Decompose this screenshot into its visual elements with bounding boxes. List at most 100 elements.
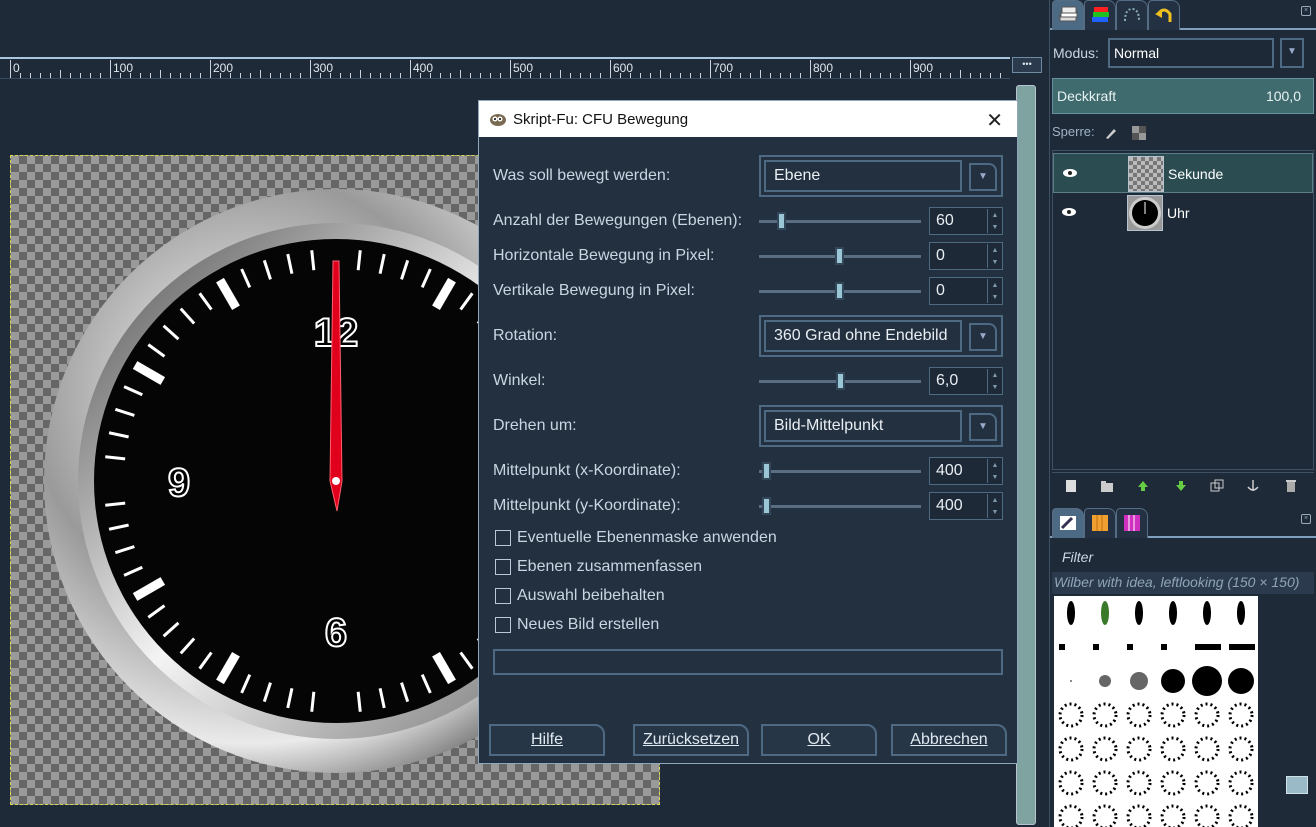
layer-row[interactable]: Sekunde: [1053, 153, 1313, 193]
ok-button[interactable]: OK: [761, 724, 877, 756]
tab-layers[interactable]: [1052, 0, 1084, 30]
slider-knob[interactable]: [836, 372, 845, 390]
checkbox-new-image[interactable]: Neues Bild erstellen: [495, 616, 659, 634]
horiz-value[interactable]: 0: [932, 244, 988, 268]
cy-slider[interactable]: [759, 496, 921, 516]
slider-knob[interactable]: [762, 462, 771, 480]
lock-pixels-icon[interactable]: [1104, 126, 1118, 140]
checkbox[interactable]: [495, 588, 511, 604]
checkbox[interactable]: [495, 617, 511, 633]
rotation-value: 360 Grad ohne Endebild: [764, 320, 962, 352]
spin-down-icon[interactable]: ▼: [990, 292, 1000, 303]
count-spinbox[interactable]: 60 ▲ ▼: [929, 207, 1003, 235]
new-layer-icon[interactable]: [1064, 479, 1078, 493]
tab-brushes[interactable]: [1052, 508, 1084, 538]
brush-scrollbar[interactable]: [1282, 596, 1312, 827]
checkbox-apply-mask[interactable]: Eventuelle Ebenenmaske anwenden: [495, 529, 777, 547]
spin-up-icon[interactable]: ▲: [990, 245, 1000, 256]
layer-name[interactable]: Uhr: [1167, 205, 1190, 221]
layer-name[interactable]: Sekunde: [1168, 166, 1223, 182]
spin-up-icon[interactable]: ▲: [990, 495, 1000, 506]
filter-label[interactable]: Filter: [1062, 549, 1093, 565]
pivot-combo[interactable]: Bild-Mittelpunkt ▼: [759, 405, 1003, 447]
reset-button[interactable]: Zurücksetzen: [633, 724, 749, 756]
angle-slider[interactable]: [759, 371, 921, 391]
tab-undo[interactable]: [1148, 0, 1180, 30]
cx-spinbox[interactable]: 400 ▲ ▼: [929, 457, 1003, 485]
chevron-down-icon[interactable]: ▼: [1280, 38, 1304, 68]
horiz-spinbox[interactable]: 0 ▲ ▼: [929, 242, 1003, 270]
spin-down-icon[interactable]: ▼: [990, 507, 1000, 518]
chevron-down-icon[interactable]: ▼: [969, 323, 997, 351]
spin-up-icon[interactable]: ▲: [990, 370, 1000, 381]
cy-value[interactable]: 400: [932, 494, 988, 518]
cy-spinbox[interactable]: 400 ▲ ▼: [929, 492, 1003, 520]
checkbox[interactable]: [495, 530, 511, 546]
duplicate-layer-icon[interactable]: [1210, 479, 1224, 493]
raise-layer-icon[interactable]: [1136, 479, 1150, 493]
tab-channels[interactable]: [1084, 0, 1116, 30]
lower-layer-icon[interactable]: [1174, 479, 1188, 493]
slider-knob[interactable]: [762, 497, 771, 515]
chevron-down-icon[interactable]: ▼: [969, 413, 997, 441]
count-value[interactable]: 60: [932, 209, 988, 233]
angle-label: Winkel:: [493, 372, 546, 389]
spin-up-icon[interactable]: ▲: [990, 280, 1000, 291]
scrollbar-thumb[interactable]: [1286, 776, 1308, 794]
rotation-combo[interactable]: 360 Grad ohne Endebild ▼: [759, 315, 1003, 357]
chevron-down-icon[interactable]: ▼: [969, 163, 997, 191]
what-combo[interactable]: Ebene ▼: [759, 155, 1003, 197]
tab-gradients[interactable]: [1116, 508, 1148, 538]
opacity-slider[interactable]: Deckkraft 100,0: [1052, 78, 1314, 114]
vert-value[interactable]: 0: [932, 279, 988, 303]
mode-combo[interactable]: Normal: [1108, 38, 1274, 68]
tab-patterns[interactable]: [1084, 508, 1116, 538]
delete-layer-icon[interactable]: [1284, 479, 1298, 493]
spin-down-icon[interactable]: ▼: [990, 257, 1000, 268]
eye-icon[interactable]: [1061, 207, 1077, 217]
layer-row[interactable]: Uhr: [1053, 193, 1313, 233]
checkbox[interactable]: [495, 559, 511, 575]
cx-value[interactable]: 400: [932, 459, 988, 483]
new-group-icon[interactable]: [1100, 479, 1114, 493]
spin-down-icon[interactable]: ▼: [990, 472, 1000, 483]
angle-spinbox[interactable]: 6,0 ▲ ▼: [929, 367, 1003, 395]
spin-up-icon[interactable]: ▲: [990, 210, 1000, 221]
lock-alpha-icon[interactable]: [1131, 125, 1146, 140]
checkbox-merge-layers[interactable]: Ebenen zusammenfassen: [495, 558, 702, 576]
brush-grid[interactable]: [1054, 596, 1258, 827]
spin-down-icon[interactable]: ▼: [990, 382, 1000, 393]
ruler-tick: [620, 73, 621, 78]
cancel-button[interactable]: Abbrechen: [891, 724, 1007, 756]
horiz-slider[interactable]: [759, 246, 921, 266]
help-button[interactable]: Hilfe: [489, 724, 605, 756]
slider-knob[interactable]: [777, 212, 786, 230]
brush-preview: [1126, 702, 1152, 728]
slider-knob[interactable]: [835, 282, 844, 300]
anchor-layer-icon[interactable]: [1246, 479, 1260, 493]
ruler-tick: [540, 73, 541, 78]
slider-knob[interactable]: [835, 247, 844, 265]
undo-icon: [1155, 8, 1172, 22]
vert-slider[interactable]: [759, 281, 921, 301]
close-icon[interactable]: ✕: [986, 108, 1003, 133]
count-slider[interactable]: [759, 211, 921, 231]
close-icon[interactable]: ×: [1301, 6, 1311, 16]
close-icon[interactable]: ×: [1301, 514, 1311, 524]
spin-up-icon[interactable]: ▲: [990, 460, 1000, 471]
ruler-tick: [80, 73, 81, 78]
brush-preview: [1135, 601, 1143, 625]
tab-paths[interactable]: [1116, 0, 1148, 30]
scrollbar-thumb[interactable]: [1016, 85, 1036, 825]
checkbox-keep-selection[interactable]: Auswahl beibehalten: [495, 587, 665, 605]
brush-preview: [1160, 770, 1186, 796]
cx-slider[interactable]: [759, 461, 921, 481]
vert-spinbox[interactable]: 0 ▲ ▼: [929, 277, 1003, 305]
angle-value[interactable]: 6,0: [932, 369, 988, 393]
ruler-tick: [790, 73, 791, 78]
eye-icon[interactable]: [1062, 168, 1078, 178]
ruler-tick: [270, 73, 271, 78]
spin-down-icon[interactable]: ▼: [990, 222, 1000, 233]
navigate-button[interactable]: •••: [1012, 57, 1042, 73]
brush-preview: [1161, 669, 1185, 693]
